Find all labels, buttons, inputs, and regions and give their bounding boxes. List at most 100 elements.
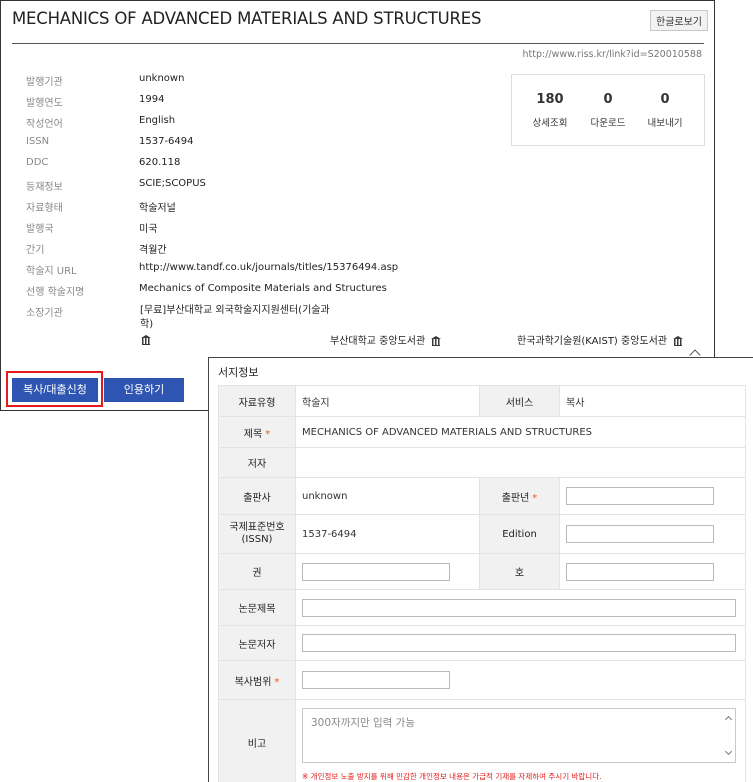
field-cell: [295, 660, 746, 700]
textarea-scrollbar[interactable]: [725, 713, 733, 758]
field-label: 출판사: [218, 477, 296, 515]
stat-label: 내보내기: [647, 118, 683, 129]
info-label: 선행 학술지명: [26, 287, 85, 298]
info-label: 소장기관: [26, 308, 63, 319]
info-label: 등재정보: [26, 182, 63, 193]
holding-library-3[interactable]: 한국과학기술원(KAIST) 중앙도서관: [517, 332, 684, 347]
form-row: 출판사 unknown 출판년 *: [218, 477, 746, 515]
copy-loan-request-button[interactable]: 복사/대출신청: [12, 378, 98, 402]
holding-library-name: 한국과학기술원(KAIST) 중앙도서관: [517, 336, 668, 347]
info-label: 작성언어: [26, 119, 63, 130]
field-label-wrap: 출판년 *: [479, 477, 560, 515]
required-mark: *: [265, 428, 271, 440]
stat-number: 0: [603, 92, 613, 107]
field-label: 자료유형: [218, 385, 296, 417]
holding-library-2[interactable]: 부산대학교 중앙도서관: [330, 332, 442, 347]
stats-box: 180 상세조회 0 다운로드 0 내보내기: [511, 74, 705, 146]
stat-downloads: 0 다운로드: [578, 92, 638, 129]
info-value: SCIE;SCOPUS: [139, 178, 206, 189]
stat-number: 180: [536, 92, 564, 107]
library-icon[interactable]: [431, 336, 442, 346]
info-label: 학술지 URL: [26, 266, 77, 277]
field-cell: 300자까지만 입력 가능 ※ 개인정보 노출 방지를 위해 민감한 개인정보 …: [295, 699, 746, 782]
info-label: DDC: [26, 157, 49, 168]
field-label: 서비스: [479, 385, 560, 417]
field-label: 국제표준번호: [229, 522, 285, 533]
korean-view-button[interactable]: 한글로보기: [650, 10, 708, 31]
info-value: 격월간: [139, 245, 167, 256]
info-value: 미국: [139, 224, 158, 235]
number-input[interactable]: [566, 562, 714, 581]
info-label: ISSN: [26, 136, 50, 147]
journal-title: MECHANICS OF ADVANCED MATERIALS AND STRU…: [12, 9, 482, 28]
field-value: 1537-6494: [295, 514, 480, 554]
form-row: 권 호: [218, 553, 746, 590]
form-row: 국제표준번호 (ISSN) 1537-6494 Edition: [218, 514, 746, 554]
field-value: MECHANICS OF ADVANCED MATERIALS AND STRU…: [295, 416, 746, 448]
form-row: 자료유형 학술지 서비스 복사: [218, 385, 746, 417]
info-value: 1994: [139, 94, 165, 105]
info-label: 발행연도: [26, 98, 63, 109]
field-label: 비고: [218, 699, 296, 782]
field-label: 출판년: [501, 492, 530, 504]
permalink[interactable]: http://www.riss.kr/link?id=S20010588: [523, 49, 703, 60]
field-value: unknown: [295, 477, 480, 515]
author-value: [295, 447, 746, 478]
field-label: 호: [479, 553, 560, 590]
edition-input[interactable]: [566, 525, 714, 543]
stat-number: 0: [660, 92, 670, 107]
form-row: 제목 * MECHANICS OF ADVANCED MATERIALS AND …: [218, 416, 746, 448]
journal-url-link[interactable]: http://www.tandf.co.uk/journals/titles/1…: [139, 262, 398, 273]
remarks-placeholder: 300자까지만 입력 가능: [311, 717, 415, 729]
form-row: 비고 300자까지만 입력 가능 ※ 개인정보 노출 방지를 위해 민감한 개인…: [218, 699, 746, 782]
field-label: 저자: [218, 447, 296, 478]
field-label-wrap: 복사범위 *: [218, 660, 296, 700]
form-title: 서지정보: [218, 366, 259, 379]
copy-request-form-panel: 서지정보 자료유형 학술지 서비스 복사 제목 * MECHANICS OF AD…: [208, 357, 753, 782]
field-label-wrap: 국제표준번호 (ISSN): [218, 514, 296, 554]
article-title-input[interactable]: [302, 598, 736, 617]
form-row: 논문저자: [218, 625, 746, 661]
info-value: 620.118: [139, 157, 181, 168]
cite-button[interactable]: 인용하기: [104, 378, 184, 402]
pub-year-input[interactable]: [566, 487, 714, 505]
bibliographic-form: 자료유형 학술지 서비스 복사 제목 * MECHANICS OF ADVANCE…: [218, 385, 746, 782]
library-icon[interactable]: [141, 335, 151, 345]
info-label: 발행기관: [26, 77, 63, 88]
required-mark: *: [274, 676, 280, 688]
field-label: 제목: [243, 428, 263, 440]
form-row: 논문제목: [218, 589, 746, 626]
volume-input[interactable]: [302, 562, 450, 581]
info-label: 자료형태: [26, 203, 63, 214]
copy-range-input[interactable]: [302, 671, 450, 689]
info-label: 발행국: [26, 224, 54, 235]
form-row: 저자: [218, 447, 746, 478]
form-row: 복사범위 *: [218, 660, 746, 700]
field-cell: [559, 477, 746, 515]
privacy-notice: ※ 개인정보 노출 방지를 위해 민감한 개인정보 내용은 가급적 기재를 자제…: [302, 772, 602, 781]
field-label: 권: [218, 553, 296, 590]
info-value: 1537-6494: [139, 136, 194, 147]
field-value: 학술지: [295, 385, 480, 417]
field-label-wrap: 제목 *: [218, 416, 296, 448]
field-cell: [559, 514, 746, 554]
remarks-textarea[interactable]: 300자까지만 입력 가능: [302, 708, 736, 763]
field-value: 복사: [559, 385, 746, 417]
stat-views: 180 상세조회: [520, 92, 580, 129]
field-cell: [559, 553, 746, 590]
library-icon[interactable]: [673, 336, 684, 346]
field-cell: [295, 553, 480, 590]
field-label: (ISSN): [241, 534, 273, 545]
stat-label: 상세조회: [532, 118, 568, 129]
stat-label: 다운로드: [590, 118, 626, 129]
required-mark: *: [532, 492, 538, 504]
holding-library-1[interactable]: [무료]부산대학교 외국학술지지원센터(기술과학): [140, 304, 330, 332]
info-value: English: [139, 115, 176, 126]
article-author-input[interactable]: [302, 634, 736, 652]
title-divider: [12, 43, 704, 44]
field-label: Edition: [479, 514, 560, 554]
info-value: unknown: [139, 73, 185, 84]
field-label: 논문제목: [218, 589, 296, 626]
field-cell: [295, 625, 746, 661]
info-label: 간기: [26, 245, 45, 256]
